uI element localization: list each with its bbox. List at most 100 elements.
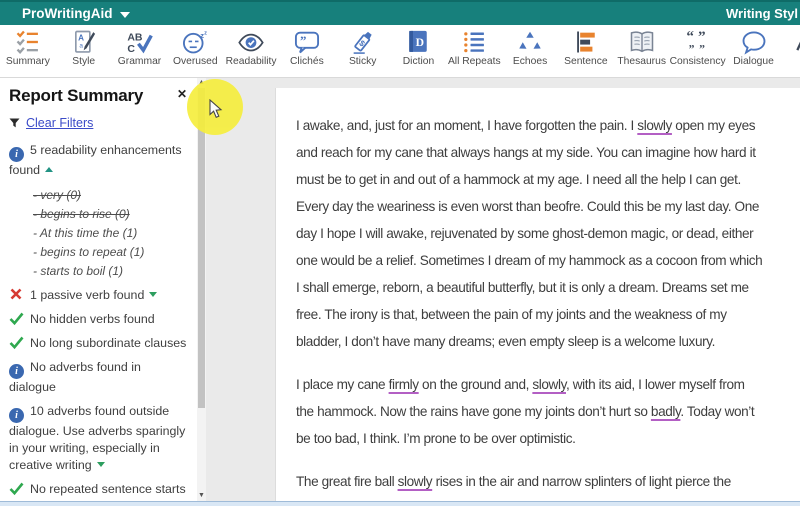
expand-arrow-icon[interactable] bbox=[96, 462, 105, 467]
toolbar-item-readability[interactable]: Readability bbox=[223, 25, 279, 77]
adverb-highlight[interactable]: slowly bbox=[398, 474, 433, 489]
toolbar-item-p[interactable]: P bbox=[781, 25, 800, 77]
summary-icon bbox=[0, 28, 56, 56]
doc-line: the hammock. Now the rains have gone my … bbox=[296, 398, 800, 425]
toolbar-item-label: Thesaurus bbox=[617, 56, 666, 67]
report-subitem[interactable]: - begins to rise (0) bbox=[33, 205, 191, 223]
doc-text-segment: free. The irony is that, between the pai… bbox=[296, 307, 727, 322]
toolbar-item-sentence[interactable]: Sentence bbox=[558, 25, 614, 77]
doc-text-segment: be too bad, I think. I’m prone to be ove… bbox=[296, 431, 576, 446]
doc-text-segment: I place my cane bbox=[296, 377, 389, 392]
svg-text:A: A bbox=[78, 33, 84, 42]
report-item-text: 1 passive verb found bbox=[30, 288, 145, 302]
svg-text:C: C bbox=[128, 43, 136, 55]
info-icon: i bbox=[9, 408, 24, 423]
click-highlight bbox=[187, 79, 243, 135]
doc-text-segment: one would be a relief. Sometimes I dream… bbox=[296, 253, 763, 268]
doc-line: bladder, I don’t have many dreams; even … bbox=[296, 328, 800, 355]
clear-filters-link[interactable]: Clear Filters bbox=[26, 116, 93, 130]
toolbar-item-dialogue[interactable]: Dialogue bbox=[726, 25, 782, 77]
info-icon: i bbox=[9, 147, 24, 162]
collapse-arrow-icon[interactable] bbox=[45, 167, 54, 172]
svg-text:”: ” bbox=[300, 34, 306, 48]
svg-text:”: ” bbox=[699, 43, 705, 56]
filter-icon bbox=[9, 118, 20, 127]
toolbar-item-label: Sticky bbox=[348, 56, 377, 67]
doc-line: and reach for my cane that always hangs … bbox=[296, 139, 800, 166]
report-item[interactable]: 1 passive verb found bbox=[9, 287, 191, 304]
toolbar-item-consistency[interactable]: “ ” ” ” Consistency bbox=[670, 25, 726, 77]
report-item: No repeated sentence starts found bbox=[9, 481, 191, 501]
doc-text-segment: . Today won’t bbox=[680, 404, 755, 419]
window-bottom-border bbox=[0, 501, 800, 506]
doc-text-segment: must be to get in and out of a hammock a… bbox=[296, 172, 741, 187]
toolbar-item-label: Summary bbox=[5, 56, 50, 67]
check-icon bbox=[9, 335, 24, 350]
document-page[interactable]: I awake, and, just for an moment, I have… bbox=[275, 88, 800, 501]
doc-text-segment: the hammock. Now the rains have gone my … bbox=[296, 404, 651, 419]
report-item[interactable]: i5 readability enhancements found bbox=[9, 142, 191, 179]
all-repeats-icon bbox=[446, 28, 502, 56]
dialogue-icon bbox=[726, 28, 782, 56]
app-menu-button[interactable]: ProWritingAid bbox=[22, 6, 130, 21]
report-subitem[interactable]: - begins to repeat (1) bbox=[33, 243, 191, 261]
toolbar-item-clich-s[interactable]: ” Clichés bbox=[279, 25, 335, 77]
doc-line: one would be a relief. Sometimes I dream… bbox=[296, 247, 800, 274]
toolbar-item-label: All Repeats bbox=[447, 56, 501, 67]
style-icon: A a bbox=[56, 28, 112, 56]
report-item[interactable]: i 10 adverbs found outside dialogue. Use … bbox=[9, 403, 191, 474]
scroll-down-icon[interactable]: ▼ bbox=[197, 491, 206, 501]
adverb-highlight[interactable]: firmly bbox=[389, 377, 419, 392]
toolbar-item-overused[interactable]: z z Overused bbox=[167, 25, 223, 77]
toolbar-item-sticky[interactable]: $ Sticky bbox=[335, 25, 391, 77]
report-subitem[interactable]: - At this time the (1) bbox=[33, 224, 191, 242]
doc-line: I awake, and, just for an moment, I have… bbox=[296, 112, 800, 139]
report-subitem[interactable]: - starts to boil (1) bbox=[33, 262, 191, 280]
scrollbar-thumb[interactable] bbox=[198, 88, 205, 408]
toolbar-item-label: Style bbox=[72, 56, 96, 67]
readability-icon bbox=[223, 28, 279, 56]
sidebar-scrollbar[interactable]: ▲ ▼ bbox=[197, 78, 206, 501]
doc-line: Every day the weariness is even worst th… bbox=[296, 193, 800, 220]
report-item: No long subordinate clauses bbox=[9, 335, 191, 352]
check-icon bbox=[9, 481, 24, 496]
info-icon: i bbox=[9, 364, 24, 379]
grammar-icon: AB C bbox=[112, 28, 168, 56]
svg-text:D: D bbox=[416, 36, 424, 49]
document-paragraph: I awake, and, just for an moment, I have… bbox=[296, 112, 800, 355]
doc-line: The great fire ball slowly rises in the … bbox=[296, 468, 800, 495]
report-item-text: No long subordinate clauses bbox=[30, 336, 187, 350]
doc-text-segment: rises in the air and narrow splinters of… bbox=[432, 474, 732, 489]
report-item-text: No adverbs found in dialogue bbox=[9, 360, 141, 394]
toolbar-item-label: Readability bbox=[225, 56, 277, 67]
report-toolbar: Summary A a Style AB C Grammar z z Overuse… bbox=[0, 25, 800, 78]
sentence-icon bbox=[558, 28, 614, 56]
doc-text-segment: The great fire ball bbox=[296, 474, 398, 489]
writing-style-menu[interactable]: Writing Styl bbox=[726, 6, 798, 21]
panel-title: Report Summary bbox=[9, 86, 144, 105]
doc-line: must be to get in and out of a hammock a… bbox=[296, 166, 800, 193]
toolbar-item-label: Echoes bbox=[512, 56, 548, 67]
toolbar-item-thesaurus[interactable]: Thesaurus bbox=[614, 25, 670, 77]
report-item: i No adverbs found in dialogue bbox=[9, 359, 191, 396]
doc-text-segment: Every day the weariness is even worst th… bbox=[296, 199, 760, 214]
doc-text-segment: , with its aid, I lower myself from bbox=[565, 377, 745, 392]
doc-text-segment: on the ground and, bbox=[418, 377, 533, 392]
doc-text-segment: day I hope I will awake, rejuvenated by … bbox=[296, 226, 754, 241]
toolbar-item-all-repeats[interactable]: All Repeats bbox=[446, 25, 502, 77]
adverb-highlight[interactable]: slowly bbox=[637, 118, 672, 133]
toolbar-item-label: Clichés bbox=[290, 56, 324, 67]
report-subitem[interactable]: - very (0) bbox=[33, 186, 191, 204]
toolbar-item-grammar[interactable]: AB C Grammar bbox=[112, 25, 168, 77]
document-text[interactable]: I awake, and, just for an moment, I have… bbox=[296, 112, 800, 501]
toolbar-item-summary[interactable]: Summary bbox=[0, 25, 56, 77]
expand-arrow-icon[interactable] bbox=[149, 292, 158, 297]
report-item: No hidden verbs found bbox=[9, 311, 191, 328]
toolbar-item-style[interactable]: A a Style bbox=[56, 25, 112, 77]
adverb-highlight[interactable]: badly bbox=[651, 404, 681, 419]
toolbar-item-diction[interactable]: D Diction bbox=[391, 25, 447, 77]
toolbar-item-echoes[interactable]: Echoes bbox=[502, 25, 558, 77]
report-item-text: No hidden verbs found bbox=[30, 312, 155, 326]
report-summary-panel: Report Summary ✕ Clear Filters i5 readab… bbox=[0, 78, 197, 501]
adverb-highlight[interactable]: slowly bbox=[532, 377, 566, 392]
